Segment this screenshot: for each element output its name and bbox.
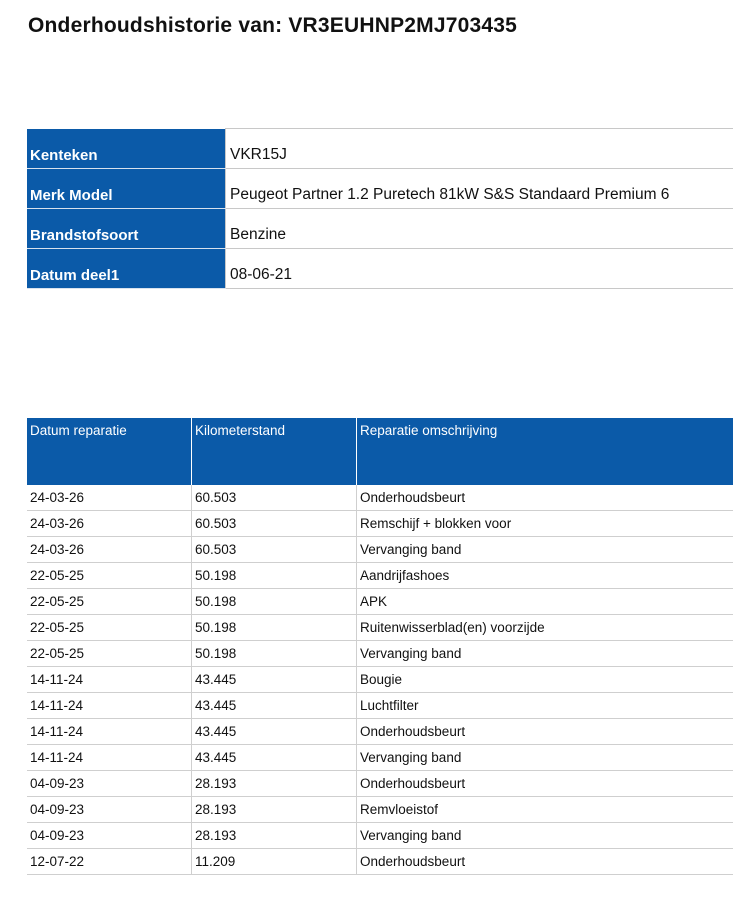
repair-header-row: Datum reparatie Kilometerstand Reparatie…	[27, 418, 733, 485]
repair-description-cell: Vervanging band	[356, 822, 733, 849]
repair-km-cell: 60.503	[191, 485, 357, 511]
repair-km-cell: 50.198	[191, 614, 357, 641]
table-row: 14-11-24 43.445 Onderhoudsbeurt	[27, 718, 733, 745]
page-title: Onderhoudshistorie van: VR3EUHNP2MJ70343…	[28, 14, 518, 37]
table-row: 12-07-22 11.209 Onderhoudsbeurt	[27, 848, 733, 875]
vehicle-info-table: Kenteken VKR15J Merk Model Peugeot Partn…	[27, 128, 733, 289]
repair-date-cell: 24-03-26	[27, 536, 192, 563]
repair-km-cell: 43.445	[191, 666, 357, 693]
table-row: 22-05-25 50.198 APK	[27, 588, 733, 615]
repair-table-body: 24-03-26 60.503 Onderhoudsbeurt 24-03-26 60.…	[27, 485, 733, 875]
repair-date-cell: 04-09-23	[27, 796, 192, 823]
repair-date-cell: 22-05-25	[27, 614, 192, 641]
table-row: 22-05-25 50.198 Ruitenwisserblad(en) voorz…	[27, 614, 733, 641]
repair-km-cell: 60.503	[191, 536, 357, 563]
kenteken-label: Kenteken	[27, 128, 226, 169]
table-row: 14-11-24 43.445 Bougie	[27, 666, 733, 693]
table-row: 04-09-23 28.193 Vervanging band	[27, 822, 733, 849]
header-datum-reparatie: Datum reparatie	[27, 418, 192, 485]
merk-model-label: Merk Model	[27, 168, 226, 209]
repair-description-cell: Ruitenwisserblad(en) voorzijde	[356, 614, 733, 641]
repair-description-cell: Onderhoudsbeurt	[356, 848, 733, 875]
repair-km-cell: 43.445	[191, 718, 357, 745]
table-row: 14-11-24 43.445 Luchtfilter	[27, 692, 733, 719]
brandstofsoort-value: Benzine	[225, 208, 733, 249]
repair-description-cell: Bougie	[356, 666, 733, 693]
repair-date-cell: 22-05-25	[27, 640, 192, 667]
repair-description-cell: Onderhoudsbeurt	[356, 718, 733, 745]
repair-description-cell: Onderhoudsbeurt	[356, 485, 733, 511]
repair-date-cell: 04-09-23	[27, 822, 192, 849]
repair-date-cell: 22-05-25	[27, 562, 192, 589]
table-row: 22-05-25 50.198 Aandrijfashoes	[27, 562, 733, 589]
repair-date-cell: 24-03-26	[27, 485, 192, 511]
repair-km-cell: 60.503	[191, 510, 357, 537]
repair-km-cell: 50.198	[191, 562, 357, 589]
repair-description-cell: Aandrijfashoes	[356, 562, 733, 589]
table-row: 24-03-26 60.503 Onderhoudsbeurt	[27, 485, 733, 511]
datum-deel1-label: Datum deel1	[27, 248, 226, 289]
repair-date-cell: 14-11-24	[27, 666, 192, 693]
repair-km-cell: 43.445	[191, 744, 357, 771]
repair-date-cell: 14-11-24	[27, 718, 192, 745]
repair-description-cell: Onderhoudsbeurt	[356, 770, 733, 797]
repair-description-cell: Vervanging band	[356, 744, 733, 771]
vehicle-row-datum-deel1: Datum deel1 08-06-21	[27, 248, 733, 289]
table-row: 04-09-23 28.193 Onderhoudsbeurt	[27, 770, 733, 797]
header-reparatie-omschrijving: Reparatie omschrijving	[356, 418, 733, 485]
repair-km-cell: 28.193	[191, 822, 357, 849]
repair-description-cell: Vervanging band	[356, 536, 733, 563]
repair-history-table: Datum reparatie Kilometerstand Reparatie…	[27, 418, 733, 875]
kenteken-value: VKR15J	[225, 128, 733, 169]
vehicle-row-brandstofsoort: Brandstofsoort Benzine	[27, 208, 733, 249]
repair-km-cell: 50.198	[191, 588, 357, 615]
brandstofsoort-label: Brandstofsoort	[27, 208, 226, 249]
repair-description-cell: Remvloeistof	[356, 796, 733, 823]
repair-date-cell: 14-11-24	[27, 744, 192, 771]
merk-model-value: Peugeot Partner 1.2 Puretech 81kW S&S St…	[225, 168, 733, 209]
repair-description-cell: Vervanging band	[356, 640, 733, 667]
vehicle-row-merk-model: Merk Model Peugeot Partner 1.2 Puretech …	[27, 168, 733, 209]
datum-deel1-value: 08-06-21	[225, 248, 733, 289]
repair-description-cell: Luchtfilter	[356, 692, 733, 719]
repair-description-cell: APK	[356, 588, 733, 615]
table-row: 22-05-25 50.198 Vervanging band	[27, 640, 733, 667]
repair-date-cell: 04-09-23	[27, 770, 192, 797]
repair-date-cell: 12-07-22	[27, 848, 192, 875]
repair-km-cell: 28.193	[191, 770, 357, 797]
vehicle-row-kenteken: Kenteken VKR15J	[27, 128, 733, 169]
header-kilometerstand: Kilometerstand	[191, 418, 357, 485]
table-row: 24-03-26 60.503 Vervanging band	[27, 536, 733, 563]
repair-km-cell: 50.198	[191, 640, 357, 667]
table-row: 04-09-23 28.193 Remvloeistof	[27, 796, 733, 823]
repair-description-cell: Remschijf + blokken voor	[356, 510, 733, 537]
repair-date-cell: 14-11-24	[27, 692, 192, 719]
repair-km-cell: 11.209	[191, 848, 357, 875]
repair-km-cell: 28.193	[191, 796, 357, 823]
table-row: 24-03-26 60.503 Remschijf + blokken voor	[27, 510, 733, 537]
table-row: 14-11-24 43.445 Vervanging band	[27, 744, 733, 771]
repair-date-cell: 22-05-25	[27, 588, 192, 615]
repair-date-cell: 24-03-26	[27, 510, 192, 537]
repair-km-cell: 43.445	[191, 692, 357, 719]
